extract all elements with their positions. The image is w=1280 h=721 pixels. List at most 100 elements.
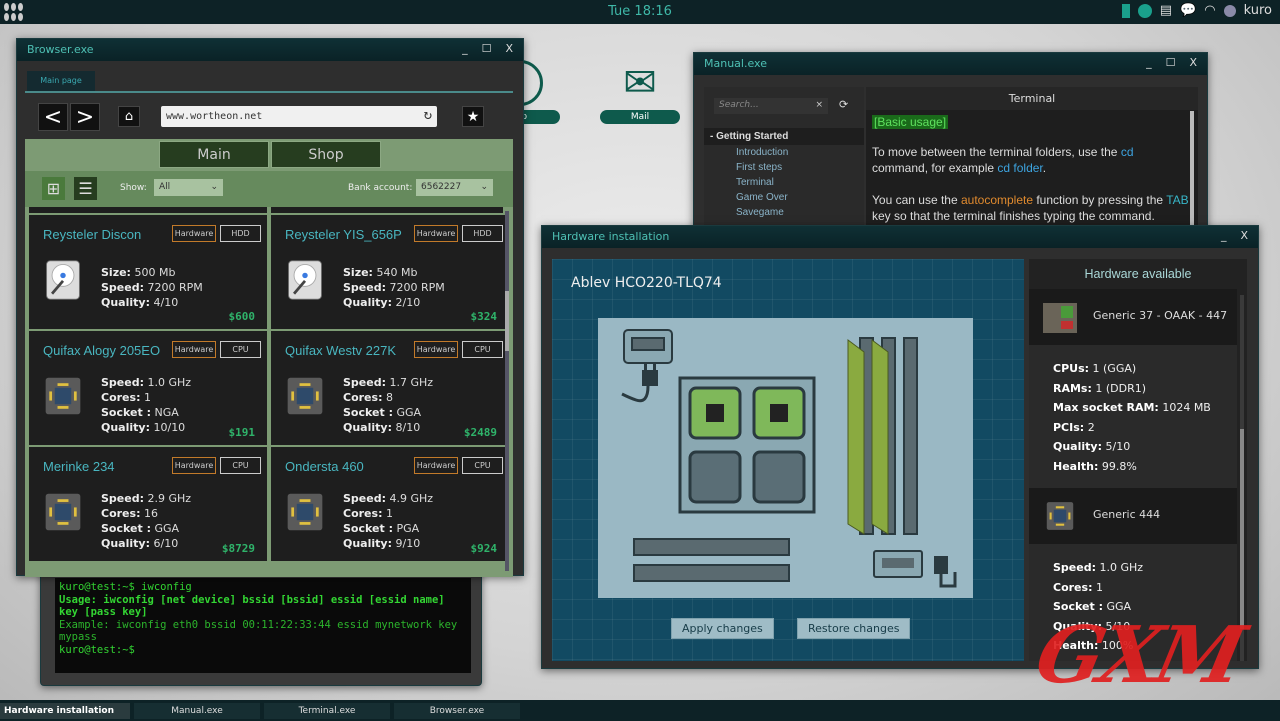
taskbar-item[interactable]: Terminal.exe <box>264 703 390 719</box>
refresh-icon[interactable]: ⟳ <box>839 98 848 111</box>
close-button[interactable]: X <box>1240 229 1248 242</box>
forward-button[interactable]: > <box>70 103 100 131</box>
user-avatar-icon[interactable] <box>1223 4 1236 17</box>
manual-item[interactable]: First steps <box>704 160 864 175</box>
manual-item[interactable]: Game Over <box>704 190 864 205</box>
product-card[interactable]: Reysteler YIS_656P Hardware HDD Size: 54… <box>271 215 509 329</box>
type-tag: HDD <box>462 225 503 242</box>
product-name[interactable]: Reysteler YIS_656P <box>285 227 402 242</box>
hardware-item-name: Generic 444 <box>1093 508 1161 521</box>
minimize-button[interactable]: _ <box>462 42 468 55</box>
url-field[interactable]: www.wortheon.net ↻ <box>161 106 437 127</box>
chevron-down-icon: ⌄ <box>210 182 218 192</box>
site-tab-main[interactable]: Main <box>159 141 269 168</box>
cpu-socket-area <box>678 376 816 514</box>
category-tag: Hardware <box>172 341 216 358</box>
desktop-icon-mail[interactable]: ✉ Mail <box>600 60 680 124</box>
product-specs: Speed: 2.9 GHz Cores: 16 Socket : GGA Quali… <box>101 492 192 550</box>
clipboard-icon[interactable]: ▤ <box>1160 3 1172 18</box>
close-button[interactable]: X <box>505 42 513 55</box>
product-specs: Size: 540 Mb Speed: 7200 RPM Quality: 2/10 <box>343 266 445 309</box>
taskbar-item[interactable]: Hardware installation <box>0 703 130 719</box>
taskbar: Hardware installation Manual.exe Termina… <box>0 700 1280 721</box>
product-price: $324 <box>470 310 498 323</box>
bank-account-select[interactable]: 6562227 ⌄ <box>416 179 493 196</box>
close-button[interactable]: X <box>1189 56 1197 69</box>
maximize-button[interactable]: ☐ <box>1166 56 1176 69</box>
product-card[interactable]: Quifax Westv 227K Hardware CPU Speed: 1.… <box>271 331 509 445</box>
show-select[interactable]: All ⌄ <box>154 179 223 196</box>
clear-icon[interactable]: × <box>815 100 823 110</box>
hardware-item-name: Generic 37 - OAAK - 447 <box>1093 309 1228 322</box>
status-circle-icon[interactable] <box>1137 3 1152 18</box>
product-name[interactable]: Quifax Alogy 205EO <box>43 343 160 358</box>
product-specs: Size: 500 Mb Speed: 7200 RPM Quality: 4/10 <box>101 266 203 309</box>
product-grid: Reysteler Discon Hardware HDD Size: 500 … <box>25 207 513 575</box>
manual-window: Manual.exe _ ☐ X Search... × ⟳ - Getting St… <box>693 52 1208 277</box>
gxm-logo: GXM <box>1028 610 1250 701</box>
bookmark-star-icon[interactable]: ★ <box>462 106 484 127</box>
terminal-output[interactable]: kuro@test:~$ iwconfig Usage: iwconfig [n… <box>55 578 471 673</box>
category-tag: Hardware <box>172 225 216 242</box>
search-input[interactable]: Search... × <box>714 98 828 114</box>
type-tag: CPU <box>462 341 503 358</box>
site-tab-shop[interactable]: Shop <box>271 141 381 168</box>
cpu-socket-empty <box>752 450 806 504</box>
cpu-icon <box>1046 502 1074 530</box>
product-card[interactable]: Quifax Alogy 205EO Hardware CPU Speed: 1… <box>29 331 267 445</box>
hardware-item[interactable]: Generic 37 - OAAK - 447 CPUs: 1 (GGA) RAM… <box>1029 289 1247 488</box>
list-view-icon[interactable]: ☰ <box>74 177 97 200</box>
grid-view-icon[interactable]: ⊞ <box>42 177 65 200</box>
scrollbar[interactable] <box>1190 111 1194 231</box>
product-card[interactable]: Reysteler Discon Hardware HDD Size: 500 … <box>29 215 267 329</box>
manual-item[interactable]: Terminal <box>704 175 864 190</box>
scrollbar-thumb[interactable] <box>1240 429 1244 629</box>
product-name[interactable]: Merinke 234 <box>43 459 115 474</box>
cpu-icon <box>287 493 323 531</box>
window-title: Browser.exe <box>27 43 94 56</box>
product-name[interactable]: Ondersta 460 <box>285 459 364 474</box>
top-bar: Tue 18:16 ▤ 💬 ◠ kuro <box>0 0 1280 24</box>
product-specs: Speed: 4.9 GHz Cores: 1 Socket : PGA Qualit… <box>343 492 434 550</box>
content-heading: Terminal <box>866 87 1198 110</box>
product-card[interactable]: Ondersta 460 Hardware CPU Speed: 4.9 GHz… <box>271 447 509 561</box>
back-button[interactable]: < <box>38 103 68 131</box>
product-specs: Speed: 1.0 GHz Cores: 1 Socket : NGA Qualit… <box>101 376 192 434</box>
product-specs: Speed: 1.7 GHz Cores: 8 Socket : GGA Qualit… <box>343 376 434 434</box>
cpu-icon <box>287 377 323 415</box>
type-tag: CPU <box>220 341 261 358</box>
apply-changes-button[interactable]: Apply changes <box>671 618 774 639</box>
wifi-icon[interactable]: ◠ <box>1204 3 1215 18</box>
chat-icon[interactable]: 💬 <box>1180 3 1196 18</box>
cpu-icon <box>45 493 81 531</box>
product-price: $8729 <box>221 542 255 555</box>
chevron-down-icon: ⌄ <box>480 182 488 192</box>
hdd-icon <box>288 260 322 300</box>
clock: Tue 18:16 <box>608 4 672 19</box>
hardware-item-specs: CPUs: 1 (GGA) RAMs: 1 (DDR1) Max socket RA… <box>1029 345 1237 488</box>
minimize-button[interactable]: _ <box>1146 56 1152 69</box>
hdd-icon <box>46 260 80 300</box>
hardware-available-panel: Hardware available Generic 37 - OAAK - 4… <box>1029 259 1247 661</box>
product-card[interactable]: Merinke 234 Hardware CPU Speed: 2.9 GHz C… <box>29 447 267 561</box>
product-name[interactable]: Quifax Westv 227K <box>285 343 396 358</box>
taskbar-item[interactable]: Manual.exe <box>134 703 260 719</box>
manual-item[interactable]: Savegame <box>704 205 864 220</box>
home-icon[interactable]: ⌂ <box>118 106 140 127</box>
maximize-button[interactable]: ☐ <box>482 42 492 55</box>
reload-icon[interactable]: ↻ <box>424 107 432 123</box>
product-price: $191 <box>228 426 256 439</box>
category-tag: Hardware <box>414 225 458 242</box>
category-tag: Hardware <box>414 341 458 358</box>
product-price: $924 <box>470 542 498 555</box>
battery-icon[interactable] <box>1121 3 1130 18</box>
type-tag: HDD <box>220 225 261 242</box>
tab-main-page[interactable]: Main page <box>27 71 95 91</box>
section-getting-started[interactable]: - Getting Started <box>704 128 864 145</box>
minimize-button[interactable]: _ <box>1221 229 1227 242</box>
taskbar-item[interactable]: Browser.exe <box>394 703 520 719</box>
restore-changes-button[interactable]: Restore changes <box>797 618 911 639</box>
manual-item[interactable]: Introduction <box>704 145 864 160</box>
scrollbar-thumb[interactable] <box>505 291 509 351</box>
product-name[interactable]: Reysteler Discon <box>43 227 141 242</box>
